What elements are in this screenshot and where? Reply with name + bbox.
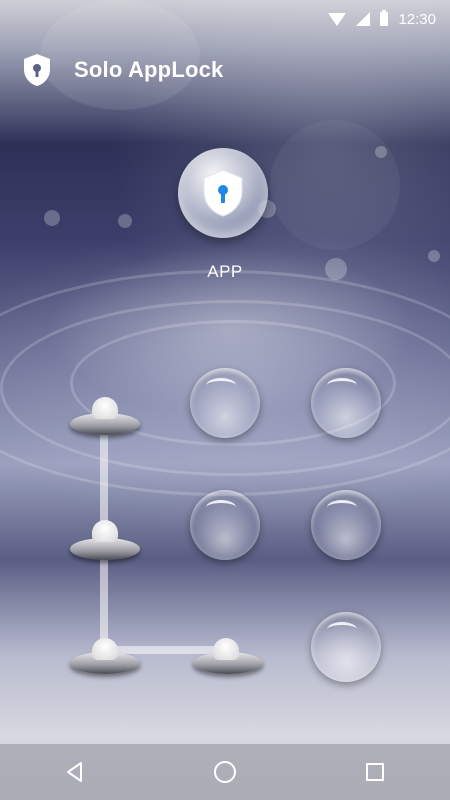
back-button[interactable] bbox=[45, 744, 105, 800]
water-droplet bbox=[428, 250, 440, 262]
pattern-node-top-middle[interactable] bbox=[190, 368, 260, 438]
pattern-node-middle-middle[interactable] bbox=[190, 490, 260, 560]
home-button[interactable] bbox=[195, 744, 255, 800]
pattern-node-bottom-right[interactable] bbox=[311, 612, 381, 682]
app-title: Solo AppLock bbox=[74, 57, 224, 82]
status-bar: 12:30 bbox=[0, 0, 450, 38]
shield-keyhole-icon bbox=[203, 169, 243, 217]
water-droplet bbox=[118, 214, 132, 228]
navigation-bar bbox=[0, 744, 450, 800]
back-icon bbox=[67, 762, 82, 782]
pattern-node-top-left[interactable] bbox=[70, 385, 140, 455]
home-icon bbox=[214, 761, 236, 783]
lock-screen: 12:30 Solo AppLock APP bbox=[0, 0, 450, 800]
app-label: APP bbox=[207, 262, 243, 281]
battery-icon bbox=[380, 10, 389, 26]
water-droplet bbox=[325, 258, 347, 280]
pattern-node-middle-right[interactable] bbox=[311, 490, 381, 560]
water-droplet bbox=[375, 146, 387, 158]
pattern-node-bottom-left[interactable] bbox=[70, 636, 140, 706]
pattern-node-top-right[interactable] bbox=[311, 368, 381, 438]
recents-icon bbox=[366, 763, 384, 781]
water-droplet bbox=[44, 210, 60, 226]
recents-button[interactable] bbox=[345, 744, 405, 800]
shield-lock-icon bbox=[24, 54, 50, 86]
signal-icon bbox=[356, 12, 371, 26]
background-bokeh bbox=[270, 120, 400, 250]
locked-app-icon bbox=[178, 148, 268, 238]
pattern-node-bottom-middle[interactable] bbox=[193, 636, 263, 706]
app-bar: Solo AppLock bbox=[0, 38, 450, 102]
wifi-icon bbox=[328, 12, 347, 26]
status-time: 12:30 bbox=[398, 10, 436, 28]
pattern-node-middle-left[interactable] bbox=[70, 510, 140, 580]
